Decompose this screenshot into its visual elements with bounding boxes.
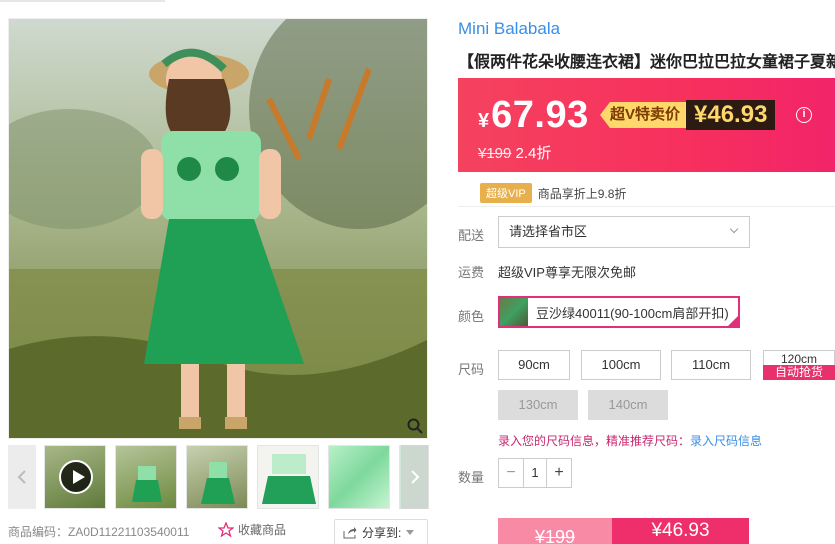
divider [458,206,835,207]
product-title: 【假两件花朵收腰连衣裙】迷你巴拉巴拉女童裙子夏新 [458,54,835,71]
zoom-icon[interactable] [407,418,423,434]
color-swatch [500,298,528,326]
original-price: ¥199 [478,145,512,162]
brand-name[interactable]: Mini Balabala [458,19,560,39]
favorite-button[interactable]: 收藏商品 [218,521,286,538]
thumb-prev-button[interactable] [8,445,36,509]
svip-discount-text: 商品享折上9.8折 [537,186,627,201]
main-product-image[interactable] [8,18,428,439]
size-option-140: 140cm [588,390,668,420]
thumb-next-button[interactable] [401,445,429,509]
size-tip-text: 录入您的尺码信息，精准推荐尺码： [498,434,691,448]
currency-symbol: ¥ [478,110,490,132]
share-icon [343,526,357,538]
thumbnail-strip [8,445,429,511]
discount-text: 2.4折 [515,145,552,162]
chevron-down-icon [729,224,739,234]
chevron-left-icon [17,470,26,484]
chevron-right-icon [411,470,420,484]
quantity-plus-button[interactable]: + [547,459,571,487]
size-option-90[interactable]: 90cm [498,350,570,380]
auto-grab-tag[interactable]: 自动抢货 [763,365,835,380]
shipping-label: 运费 [458,265,485,280]
quantity-label: 数量 [458,470,485,485]
region-select[interactable]: 请选择省市区 [498,216,750,248]
size-option-130: 130cm [498,390,578,420]
region-select-value: 请选择省市区 [509,224,588,239]
thumbnail-item[interactable] [186,445,248,509]
color-option-selected[interactable]: 豆沙绿40011(90-100cm肩部开扣) [498,296,740,328]
quantity-input[interactable]: 1 [523,459,547,487]
top-divider [0,0,165,2]
svip-price-label: 超V特卖价 [600,102,687,128]
svip-badge: 超级VIP [480,183,532,203]
svip-discount-row: 超级VIP 商品享折上9.8折 [480,183,626,203]
quantity-stepper: − 1 + [498,458,572,488]
quantity-minus-button[interactable]: − [499,459,523,487]
buy-svip-price-button[interactable]: ¥46.93 [612,518,749,544]
share-dropdown[interactable]: 分享到: [334,519,428,544]
product-photo [9,19,427,438]
buy-original-price-button[interactable]: ¥199 [498,518,612,544]
size-option-100[interactable]: 100cm [581,350,661,380]
product-code: 商品编码：ZA0D11221103540011 [8,525,190,539]
size-label: 尺码 [458,362,485,377]
current-price-value: 67.93 [491,94,589,136]
caret-down-icon [406,529,415,535]
star-icon [218,522,234,537]
info-icon[interactable]: i [796,107,812,123]
play-icon [59,460,93,494]
original-price-row: ¥199 2.4折 [478,142,551,163]
svip-price-value: ¥46.93 [686,100,776,130]
thumbnail-item[interactable] [257,445,319,509]
shipping-text: 超级VIP尊享无限次免邮 [498,265,636,280]
svip-price-tag: 超V特卖价 ¥46.93 [600,100,776,130]
current-price: ¥ 67.93 [478,94,589,137]
size-option-110[interactable]: 110cm [671,350,751,380]
thumbnail-photo [262,454,316,504]
thumbnail-item[interactable] [328,445,390,509]
price-panel: ¥ 67.93 超V特卖价 ¥46.93 i ¥199 2.4折 [458,78,835,172]
thumbnail-photo [201,462,235,504]
thumbnail-video[interactable] [44,445,106,509]
buy-original-price: ¥199 [534,527,576,544]
delivery-label: 配送 [458,228,485,243]
color-label: 颜色 [458,309,485,324]
thumbnail-photo [132,466,162,502]
share-label: 分享到: [362,525,402,540]
color-option-label: 豆沙绿40011(90-100cm肩部开扣) [536,305,729,321]
thumbnail-item[interactable] [115,445,177,509]
size-option-120-label: 120cm [780,352,818,366]
size-tip-link[interactable]: 录入尺码信息 [690,434,762,448]
size-tip: 录入您的尺码信息，精准推荐尺码：录入尺码信息 [498,432,762,449]
favorite-label: 收藏商品 [238,523,287,537]
